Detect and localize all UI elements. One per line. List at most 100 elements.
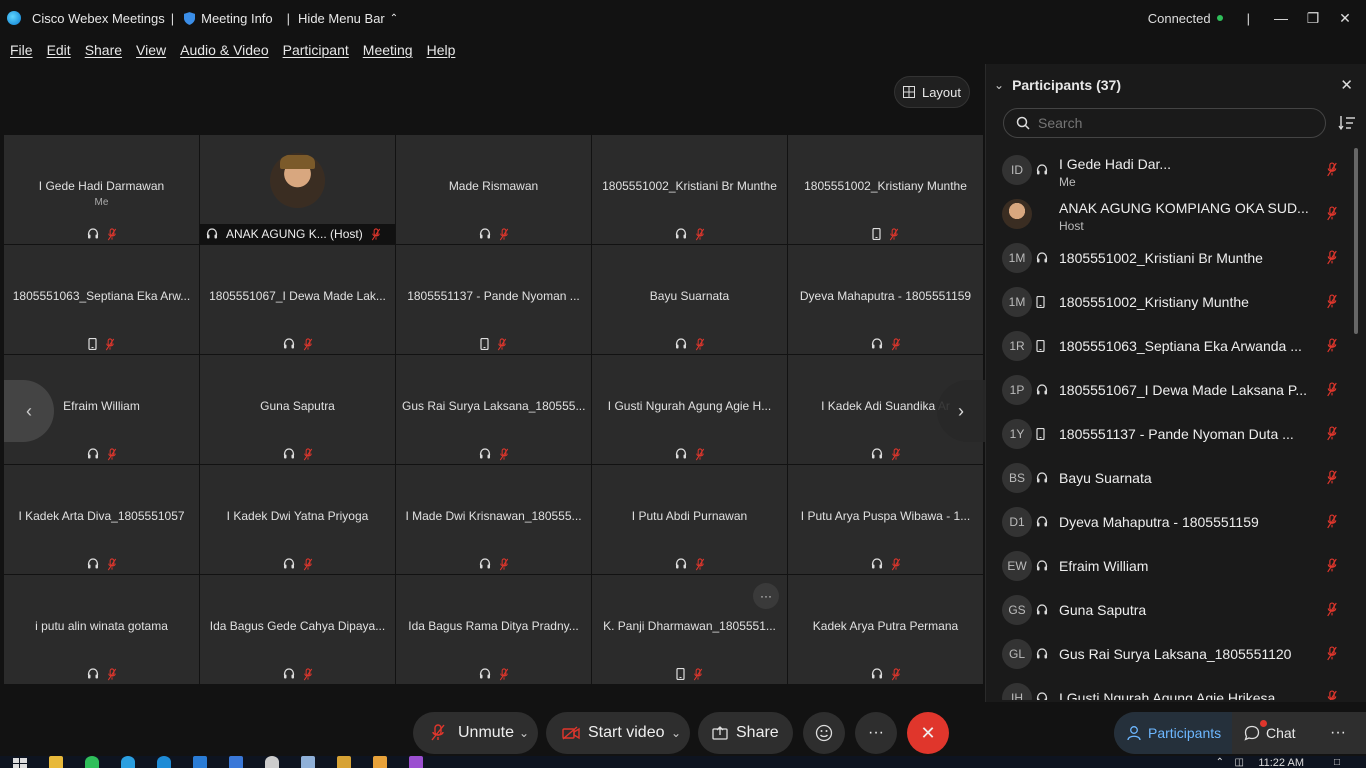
participant-tile[interactable]: I Gede Hadi Darmawan Me [4,135,199,244]
participant-tile[interactable]: 1805551002_Kristiani Br Munthe [592,135,787,244]
participant-row[interactable]: ANAK AGUNG KOMPIANG OKA SUD... Host [986,192,1356,236]
participant-tile[interactable]: Ida Bagus Rama Ditya Pradny... [396,575,591,684]
meeting-info-button[interactable]: Meeting Info [201,11,273,26]
muted-mic-icon [1327,294,1337,309]
more-options-button[interactable]: ··· [855,712,897,754]
chevron-up-icon[interactable]: ⌃ [390,13,398,24]
participant-row[interactable]: GL Gus Rai Surya Laksana_1805551120 [986,632,1356,676]
participant-tile[interactable]: Gus Rai Surya Laksana_180555... [396,355,591,464]
headset-icon [871,668,882,679]
participant-tile[interactable]: i putu alin winata gotama [4,575,199,684]
participant-tile[interactable]: 1805551002_Kristiany Munthe [788,135,983,244]
muted-mic-icon [1327,514,1337,529]
close-window-button[interactable]: ✕ [1330,0,1360,36]
sync-app-icon[interactable] [229,756,243,768]
participant-tile[interactable]: Dyeva Mahaputra - 1805551159 [788,245,983,354]
muted-mic-icon [889,227,899,240]
messaging-app-icon[interactable] [85,756,99,768]
participant-tile[interactable]: ANAK AGUNG K... (Host) [200,135,395,244]
participants-tab[interactable]: Participants [1114,712,1232,754]
unmute-button[interactable]: Unmute ⌄ [413,712,538,754]
participant-row[interactable]: ID I Gede Hadi Dar... Me [986,148,1356,192]
muted-mic-icon [1327,690,1337,700]
minimize-button[interactable]: — [1266,0,1296,36]
participant-tile[interactable]: K. Panji Dharmawan_1805551... ··· [592,575,787,684]
edge-browser-icon[interactable] [157,756,171,768]
participant-row[interactable]: 1P 1805551067_I Dewa Made Laksana P... [986,368,1356,412]
chat-tab[interactable]: Chat [1232,712,1318,754]
participant-row[interactable]: 1M 1805551002_Kristiani Br Munthe [986,236,1356,280]
participant-tile[interactable]: 1805551137 - Pande Nyoman ... [396,245,591,354]
windows-start-icon[interactable] [13,756,27,768]
participant-list-scrollbar[interactable] [1354,148,1358,334]
participant-tile[interactable]: Guna Saputra [200,355,395,464]
participant-tile[interactable]: I Made Dwi Krisnawan_180555... [396,465,591,574]
participant-search[interactable] [1003,108,1326,138]
participant-name: 1805551063_Septiana Eka Arwanda ... [1059,338,1302,354]
tile-name: Dyeva Mahaputra - 1805551159 [799,289,972,303]
participant-tile[interactable]: I Putu Arya Puspa Wibawa - 1... [788,465,983,574]
tile-more-button[interactable]: ··· [753,583,779,609]
menu-audio-video[interactable]: Audio & Video [180,42,268,58]
participant-row[interactable]: GS Guna Saputra [986,588,1356,632]
chevron-down-icon[interactable]: ⌄ [994,78,1004,92]
participant-list: ID I Gede Hadi Dar... Me ANAK AGUNG KOMP… [986,148,1356,700]
participant-row[interactable]: 1M 1805551002_Kristiany Munthe [986,280,1356,324]
menu-participant[interactable]: Participant [283,42,349,58]
start-video-button[interactable]: Start video ⌄ [546,712,690,754]
menu-file[interactable]: File [10,42,33,58]
menu-meeting[interactable]: Meeting [363,42,413,58]
sort-icon[interactable] [1338,114,1356,132]
reactions-button[interactable] [803,712,845,754]
notifications-icon[interactable]: □ [1334,757,1340,768]
document-app-icon[interactable] [301,756,315,768]
menu-view[interactable]: View [136,42,166,58]
menu-edit[interactable]: Edit [47,42,71,58]
menu-help[interactable]: Help [427,42,456,58]
more-panels-button[interactable]: ··· [1318,724,1358,742]
participant-tile[interactable]: 1805551067_I Dewa Made Lak... [200,245,395,354]
chrome-icon[interactable] [337,756,351,768]
tile-name: I Made Dwi Krisnawan_180555... [405,509,582,523]
hide-menu-bar-button[interactable]: Hide Menu Bar [298,11,385,26]
tray-chevron-icon[interactable]: ⌃ [1216,757,1224,768]
menu-share[interactable]: Share [85,42,122,58]
participant-row[interactable]: 1R 1805551063_Septiana Eka Arwanda ... [986,324,1356,368]
webex-taskbar-icon[interactable] [265,756,279,768]
participant-tile[interactable]: I Putu Abdi Purnawan [592,465,787,574]
participant-tile[interactable]: Bayu Suarnata [592,245,787,354]
media-app-icon[interactable] [409,756,423,768]
file-explorer-icon[interactable] [49,756,63,768]
participant-tile[interactable]: 1805551063_Septiana Eka Arw... [4,245,199,354]
participant-row[interactable]: IH I Gusti Ngurah Agung Agie Hrikesa [986,676,1356,700]
restore-button[interactable]: ❐ [1298,0,1328,36]
participant-tile[interactable]: Ida Bagus Gede Cahya Dipaya... [200,575,395,684]
share-button[interactable]: Share [698,712,793,754]
audio-options-chevron-icon[interactable]: ⌄ [510,712,538,754]
taskbar-clock[interactable]: 11:22 AM [1258,757,1304,768]
participant-row[interactable]: BS Bayu Suarnata [986,456,1356,500]
participant-tile[interactable]: Made Rismawan [396,135,591,244]
participant-name: 1805551137 - Pande Nyoman Duta ... [1059,426,1294,442]
headset-icon [206,228,218,239]
tile-name: K. Panji Dharmawan_1805551... [603,619,776,633]
search-input[interactable] [1038,115,1298,131]
participant-tile[interactable]: I Kadek Arta Diva_1805551057 [4,465,199,574]
phone-icon [872,228,881,240]
leave-meeting-button[interactable]: ✕ [907,712,949,754]
participant-tile[interactable]: Kadek Arya Putra Permana [788,575,983,684]
headset-icon [1036,604,1048,615]
close-panel-icon[interactable]: ✕ [1340,76,1353,94]
participant-row[interactable]: D1 Dyeva Mahaputra - 1805551159 [986,500,1356,544]
participant-row[interactable]: EW Efraim William [986,544,1356,588]
vscode-icon[interactable] [193,756,207,768]
layout-button[interactable]: Layout [894,76,970,108]
telegram-icon[interactable] [121,756,135,768]
file-manager-icon[interactable] [373,756,387,768]
video-options-chevron-icon[interactable]: ⌄ [662,712,690,754]
network-tray-icon[interactable]: ◫ [1235,757,1244,768]
participant-row[interactable]: 1Y 1805551137 - Pande Nyoman Duta ... [986,412,1356,456]
participant-tile[interactable]: I Kadek Dwi Yatna Priyoga [200,465,395,574]
participant-tile[interactable]: I Gusti Ngurah Agung Agie H... [592,355,787,464]
muted-mic-icon [303,337,312,350]
